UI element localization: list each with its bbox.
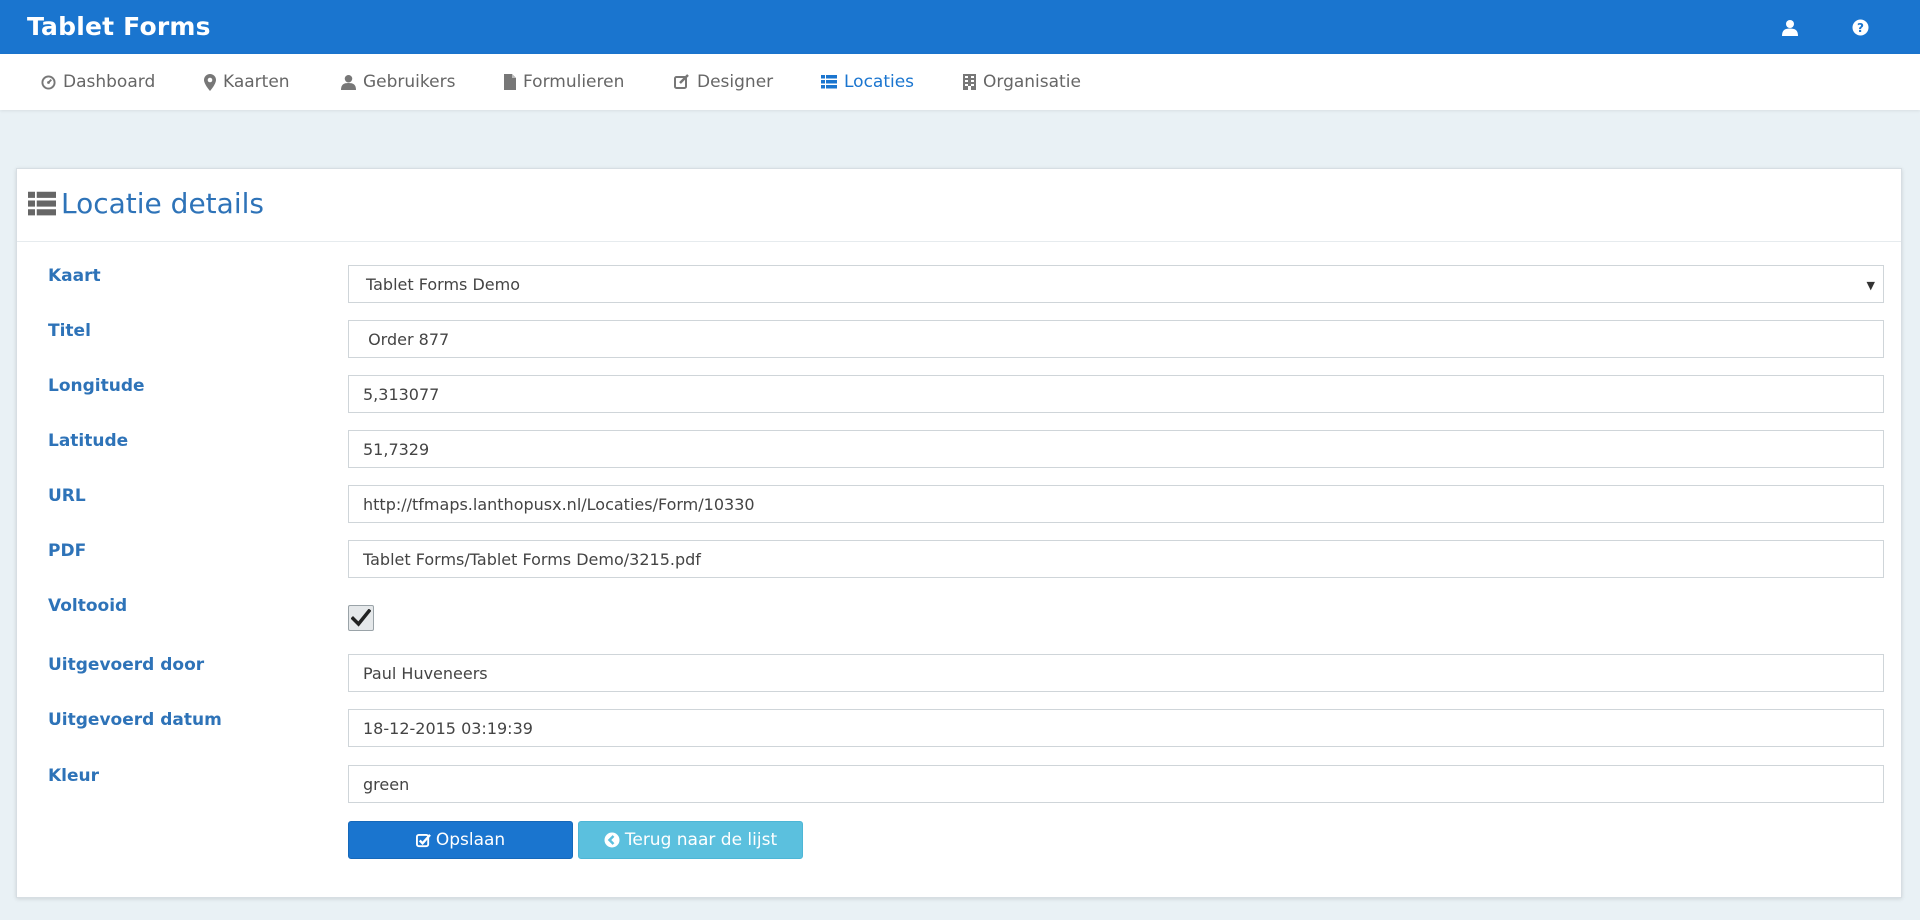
nav-item-organisatie[interactable]: Organisatie: [963, 54, 1081, 110]
uitgevoerd-door-input[interactable]: [348, 654, 1884, 692]
uitgevoerd-datum-label: Uitgevoerd datum: [48, 710, 222, 730]
nav-item-dashboard[interactable]: Dashboard: [41, 54, 155, 110]
back-to-list-button[interactable]: Terug naar de lijst: [578, 821, 803, 859]
app-title[interactable]: Tablet Forms: [27, 12, 211, 41]
nav-item-gebruikers[interactable]: Gebruikers: [341, 54, 455, 110]
back-button-label: Terug naar de lijst: [624, 830, 778, 850]
user-icon[interactable]: [1780, 17, 1800, 37]
titel-input[interactable]: [348, 320, 1884, 358]
url-label: URL: [48, 486, 86, 506]
location-details-panel: Locatie details Kaart Tablet Forms Demo …: [16, 168, 1902, 898]
voltooid-label: Voltooid: [48, 596, 128, 616]
uitgevoerd-door-label: Uitgevoerd door: [48, 655, 205, 675]
longitude-label: Longitude: [48, 376, 145, 396]
user-icon: [341, 74, 356, 90]
nav-item-designer[interactable]: Designer: [674, 54, 773, 110]
nav-item-label: Kaarten: [223, 72, 290, 92]
kaart-select[interactable]: Tablet Forms Demo ▼: [348, 265, 1884, 303]
latitude-input[interactable]: [348, 430, 1884, 468]
file-icon: [504, 74, 516, 90]
help-icon[interactable]: ?: [1850, 17, 1870, 37]
save-button-label: Opslaan: [435, 830, 506, 850]
pdf-label: PDF: [48, 541, 87, 561]
building-icon: [963, 74, 976, 90]
kleur-input[interactable]: [348, 765, 1884, 803]
longitude-input[interactable]: [348, 375, 1884, 413]
edit-icon: [674, 74, 689, 89]
arrow-circle-left-icon: [604, 832, 620, 848]
checkmark-icon: [351, 609, 371, 627]
list-icon: [28, 191, 56, 216]
nav-item-label: Designer: [697, 72, 774, 92]
nav-item-label: Formulieren: [523, 72, 625, 92]
main-nav: Dashboard Kaarten Gebruikers Formulieren…: [0, 54, 1920, 110]
nav-item-label: Dashboard: [63, 72, 156, 92]
titel-label: Titel: [48, 321, 91, 341]
check-square-icon: [415, 833, 431, 847]
nav-item-label: Gebruikers: [363, 72, 456, 92]
latitude-label: Latitude: [48, 431, 129, 451]
map-marker-icon: [204, 73, 216, 91]
nav-item-label: Locaties: [844, 72, 915, 92]
page-title: Locatie details: [61, 187, 264, 220]
top-bar: Tablet Forms ?: [0, 0, 1920, 54]
pdf-input[interactable]: [348, 540, 1884, 578]
panel-header: Locatie details: [17, 169, 1901, 242]
kleur-label: Kleur: [48, 766, 100, 786]
dashboard-icon: [41, 74, 56, 90]
chevron-down-icon: ▼: [1866, 279, 1875, 292]
voltooid-checkbox[interactable]: [348, 605, 374, 631]
save-button[interactable]: Opslaan: [348, 821, 573, 859]
nav-item-formulieren[interactable]: Formulieren: [504, 54, 624, 110]
kaart-label: Kaart: [48, 266, 101, 286]
svg-text:?: ?: [1857, 21, 1864, 35]
nav-item-kaarten[interactable]: Kaarten: [204, 54, 290, 110]
list-icon: [821, 75, 837, 89]
url-input[interactable]: [348, 485, 1884, 523]
nav-item-locaties[interactable]: Locaties: [821, 54, 914, 110]
uitgevoerd-datum-input[interactable]: [348, 709, 1884, 747]
nav-item-label: Organisatie: [983, 72, 1081, 92]
kaart-select-value: Tablet Forms Demo: [366, 274, 520, 294]
